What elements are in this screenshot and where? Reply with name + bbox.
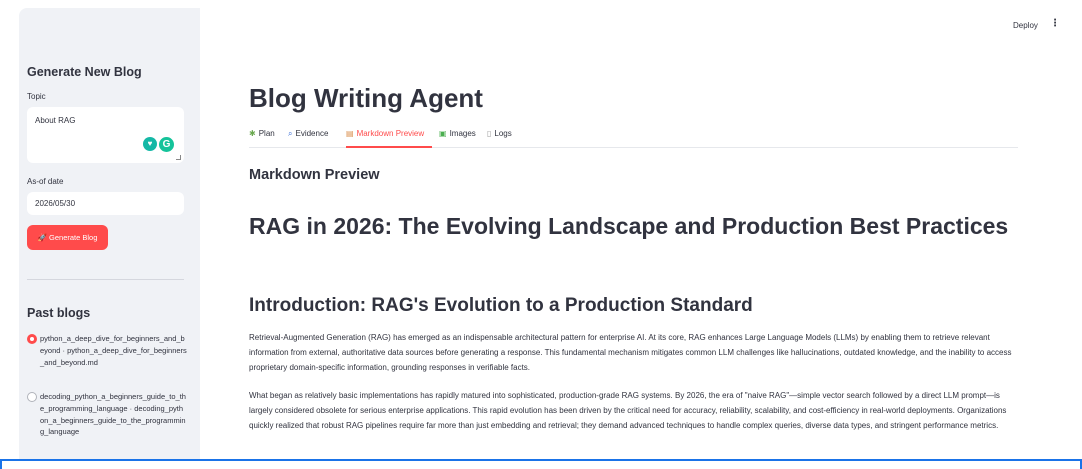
sidebar: Generate New Blog Topic About RAG ♥ G As… [19, 8, 200, 460]
generate-blog-button[interactable]: 🚀 Generate Blog [27, 225, 108, 250]
grammarly-icon[interactable]: G [159, 137, 174, 152]
topic-textarea[interactable]: About RAG ♥ G [27, 107, 184, 163]
date-label: As-of date [27, 177, 64, 186]
past-blog-item[interactable]: decoding_python_a_beginners_guide_to_the… [27, 391, 187, 438]
rocket-icon: 🚀 [37, 233, 47, 242]
topic-value: About RAG [35, 116, 76, 125]
sidebar-heading: Generate New Blog [27, 65, 142, 79]
active-tab-indicator [346, 146, 432, 148]
tab-plan[interactable]: ✱ Plan [249, 129, 275, 138]
section-heading: Markdown Preview [249, 167, 380, 183]
document-title: RAG in 2026: The Evolving Landscape and … [249, 213, 1009, 239]
radio-unselected-icon[interactable] [27, 392, 37, 402]
app-window: Generate New Blog Topic About RAG ♥ G As… [0, 0, 1082, 469]
paragraph: Retrieval-Augmented Generation (RAG) has… [249, 333, 1012, 372]
magnifier-icon: ⌕ [288, 129, 293, 138]
past-blog-item[interactable]: python_a_deep_dive_for_beginners_and_bey… [27, 333, 187, 368]
picture-icon: ▣ [439, 129, 447, 138]
past-blog-label: decoding_python_a_beginners_guide_to_the… [40, 392, 186, 437]
tab-images[interactable]: ▣ Images [439, 129, 476, 138]
bottom-focus-bar [0, 459, 1082, 469]
generate-blog-label: Generate Blog [49, 233, 98, 242]
scroll-icon: ▯ [487, 129, 492, 138]
puzzle-icon: ✱ [249, 129, 256, 138]
kebab-menu-icon[interactable]: ⋮ [1050, 18, 1060, 29]
tab-evidence[interactable]: ⌕ Evidence [288, 129, 328, 139]
document-subheading: Introduction: RAG's Evolution to a Produ… [249, 295, 753, 316]
past-blogs-heading: Past blogs [27, 306, 91, 320]
resize-handle-icon[interactable] [176, 155, 181, 160]
past-blog-label: python_a_deep_dive_for_beginners_and_bey… [40, 334, 187, 367]
date-input[interactable]: 2026/05/30 [27, 192, 184, 215]
paragraph: What began as relatively basic implement… [249, 391, 1007, 430]
tab-logs[interactable]: ▯ Logs [487, 129, 512, 138]
deploy-button[interactable]: Deploy [1013, 21, 1038, 30]
tab-markdown-preview[interactable]: ▤ Markdown Preview [346, 129, 424, 138]
page-title: Blog Writing Agent [249, 83, 483, 113]
assistant-extension-icon[interactable]: ♥ [143, 137, 157, 151]
sidebar-divider [27, 279, 184, 280]
topic-label: Topic [27, 92, 46, 101]
tab-bar: ✱ Plan ⌕ Evidence ▤ Markdown Preview ▣ Image… [249, 126, 1018, 148]
radio-selected-icon[interactable] [27, 334, 37, 344]
memo-icon: ▤ [346, 129, 354, 138]
